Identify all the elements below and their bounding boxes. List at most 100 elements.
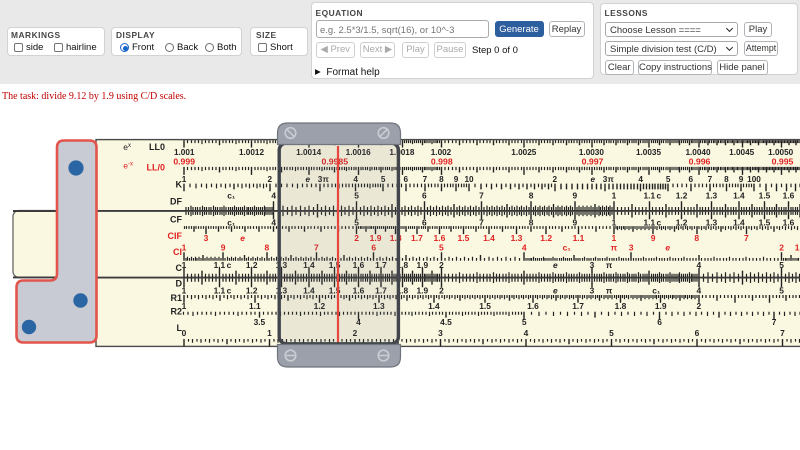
- svg-text:1.1: 1.1: [214, 285, 226, 295]
- svg-text:1.5: 1.5: [457, 233, 469, 243]
- svg-text:1.6: 1.6: [433, 233, 445, 243]
- svg-text:1.1: 1.1: [573, 233, 585, 243]
- svg-text:3.5: 3.5: [254, 317, 266, 327]
- svg-text:LL/0: LL/0: [146, 162, 165, 172]
- svg-text:1: 1: [182, 260, 187, 270]
- svg-text:1.0035: 1.0035: [636, 148, 661, 157]
- svg-text:1.1: 1.1: [643, 190, 655, 200]
- svg-text:π: π: [608, 175, 615, 184]
- svg-text:e: e: [591, 175, 596, 184]
- svg-text:4: 4: [696, 285, 701, 295]
- svg-text:1.0025: 1.0025: [511, 148, 536, 157]
- svg-text:π: π: [606, 260, 613, 270]
- svg-text:2: 2: [439, 285, 444, 295]
- svg-text:4: 4: [696, 260, 701, 270]
- svg-text:0.998: 0.998: [431, 156, 453, 166]
- svg-text:8: 8: [724, 175, 729, 184]
- svg-text:c: c: [656, 217, 661, 227]
- svg-text:1: 1: [182, 175, 187, 184]
- svg-text:4: 4: [522, 243, 527, 253]
- svg-text:1.5: 1.5: [759, 190, 771, 200]
- svg-text:0: 0: [182, 328, 187, 338]
- svg-text:1.5: 1.5: [759, 217, 771, 227]
- svg-text:5: 5: [522, 317, 527, 327]
- svg-text:6: 6: [689, 175, 694, 184]
- svg-text:2: 2: [268, 175, 273, 184]
- svg-text:e: e: [665, 243, 670, 253]
- svg-text:6: 6: [404, 175, 409, 184]
- svg-text:1.9: 1.9: [416, 285, 428, 295]
- svg-text:7: 7: [479, 217, 484, 227]
- svg-text:1.3: 1.3: [706, 217, 718, 227]
- svg-text:R1: R1: [170, 293, 182, 303]
- svg-text:0.997: 0.997: [582, 156, 604, 166]
- svg-text:2: 2: [439, 260, 444, 270]
- svg-text:R2: R2: [170, 307, 182, 317]
- svg-text:c₁: c₁: [563, 243, 572, 253]
- svg-text:LL0: LL0: [149, 142, 165, 152]
- svg-text:6: 6: [422, 217, 427, 227]
- svg-text:1.4: 1.4: [733, 217, 745, 227]
- svg-text:c₁: c₁: [227, 217, 236, 227]
- svg-text:2: 2: [696, 301, 701, 311]
- svg-text:e: e: [240, 233, 245, 243]
- svg-text:3: 3: [629, 243, 634, 253]
- svg-text:9: 9: [454, 175, 459, 184]
- svg-text:8: 8: [529, 217, 534, 227]
- svg-text:8: 8: [439, 175, 444, 184]
- svg-text:8: 8: [265, 243, 270, 253]
- svg-text:1: 1: [612, 233, 617, 243]
- svg-text:10: 10: [464, 175, 474, 184]
- svg-text:3: 3: [590, 260, 595, 270]
- svg-text:1.1: 1.1: [643, 217, 655, 227]
- svg-text:6: 6: [422, 190, 427, 200]
- svg-text:2: 2: [779, 243, 784, 253]
- svg-text:6: 6: [695, 328, 700, 338]
- svg-text:CF: CF: [170, 215, 182, 225]
- svg-text:8: 8: [529, 190, 534, 200]
- svg-text:1.0045: 1.0045: [729, 148, 754, 157]
- svg-text:8: 8: [694, 233, 699, 243]
- svg-text:7: 7: [479, 190, 484, 200]
- svg-text:1: 1: [267, 328, 272, 338]
- svg-text:5: 5: [779, 260, 784, 270]
- svg-text:2: 2: [553, 175, 558, 184]
- svg-text:π: π: [611, 243, 618, 253]
- svg-text:1: 1: [612, 217, 617, 227]
- svg-text:0.996: 0.996: [689, 156, 711, 166]
- svg-text:e: e: [553, 285, 558, 295]
- svg-text:1: 1: [182, 301, 187, 311]
- svg-text:7: 7: [744, 233, 749, 243]
- svg-text:1.4: 1.4: [483, 233, 495, 243]
- svg-text:1.9: 1.9: [655, 301, 667, 311]
- svg-text:9: 9: [572, 190, 577, 200]
- svg-text:5: 5: [666, 175, 671, 184]
- svg-text:1.9: 1.9: [416, 260, 428, 270]
- svg-text:c: c: [656, 190, 661, 200]
- svg-text:1: 1: [182, 285, 187, 295]
- svg-text:1.8: 1.8: [615, 301, 627, 311]
- svg-text:1.2: 1.2: [246, 260, 258, 270]
- svg-text:5: 5: [439, 243, 444, 253]
- svg-text:1: 1: [612, 190, 617, 200]
- svg-text:1: 1: [182, 243, 187, 253]
- svg-text:c₁: c₁: [227, 190, 236, 200]
- svg-text:100: 100: [747, 175, 761, 184]
- svg-text:4: 4: [271, 217, 276, 227]
- svg-text:9: 9: [221, 243, 226, 253]
- svg-text:1.5: 1.5: [479, 301, 491, 311]
- svg-text:3: 3: [204, 233, 209, 243]
- svg-text:1.2: 1.2: [676, 190, 688, 200]
- svg-text:7: 7: [772, 317, 777, 327]
- svg-text:5: 5: [779, 285, 784, 295]
- svg-text:c₁: c₁: [652, 285, 661, 295]
- svg-text:4: 4: [638, 175, 643, 184]
- svg-text:1.0012: 1.0012: [239, 148, 264, 157]
- svg-text:1.4: 1.4: [428, 301, 440, 311]
- svg-text:1.7: 1.7: [572, 301, 584, 311]
- svg-text:9: 9: [739, 175, 744, 184]
- svg-text:5: 5: [609, 328, 614, 338]
- svg-text:1.2: 1.2: [540, 233, 552, 243]
- svg-text:0.999: 0.999: [173, 156, 195, 166]
- svg-text:7: 7: [423, 175, 428, 184]
